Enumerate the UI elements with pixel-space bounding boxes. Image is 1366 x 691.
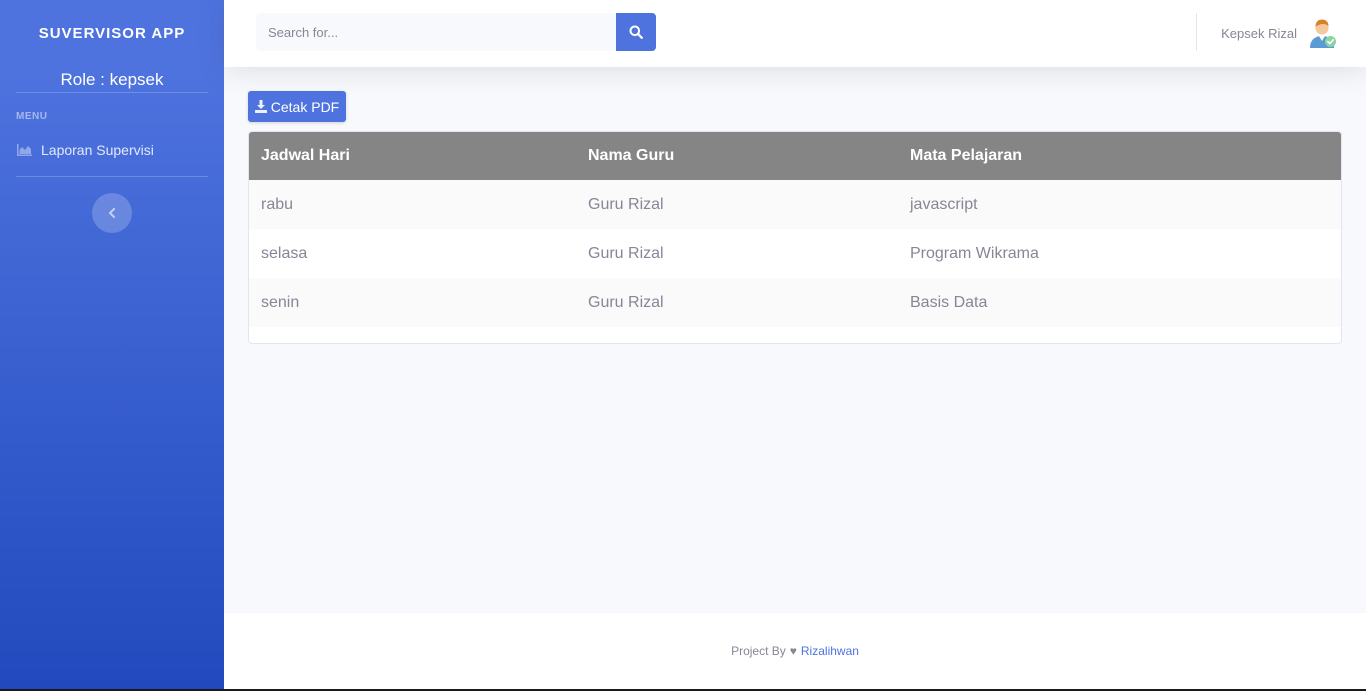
table-row: rabu Guru Rizal javascript — [249, 180, 1341, 229]
table-cell: selasa — [261, 244, 308, 262]
supervision-table: Jadwal Hari Nama Guru Mata Pelajaran rab… — [249, 132, 1341, 327]
sidebar-item-laporan-supervisi[interactable]: Laporan Supervisi — [0, 122, 224, 176]
sidebar-item-label: Laporan Supervisi — [41, 142, 154, 158]
search-button[interactable] — [616, 13, 656, 51]
search-group — [256, 13, 656, 51]
column-header[interactable]: Mata Pelajaran — [898, 132, 1341, 180]
footer: Project By ♥ Rizalihwan — [224, 613, 1366, 689]
menu-heading: MENU — [16, 111, 48, 122]
cetak-pdf-button[interactable]: Cetak PDF — [248, 91, 346, 122]
search-icon — [629, 25, 643, 39]
user-name: Kepsek Rizal — [1221, 25, 1297, 41]
chart-area-icon — [17, 144, 32, 156]
table-cell: Guru Rizal — [588, 293, 664, 311]
cetak-pdf-label: Cetak PDF — [270, 98, 340, 115]
supervision-table-card: Jadwal Hari Nama Guru Mata Pelajaran rab… — [248, 131, 1342, 344]
table-cell: Program Wikrama — [910, 244, 1039, 262]
table-cell: Basis Data — [910, 293, 988, 311]
sidebar-toggle-button[interactable] — [92, 193, 132, 233]
table-cell: Guru Rizal — [588, 195, 664, 213]
table-cell: rabu — [261, 195, 294, 213]
user-avatar-icon — [1310, 19, 1336, 48]
table-header-row: Jadwal Hari Nama Guru Mata Pelajaran — [249, 132, 1341, 180]
column-header[interactable]: Jadwal Hari — [249, 132, 576, 180]
sidebar: SUVERVISOR APP Role : kepsek MENU Lapora… — [0, 0, 224, 689]
footer-author-link[interactable]: Rizalihwan — [801, 644, 859, 658]
role-label: Role : kepsek — [60, 70, 164, 89]
table-cell: javascript — [910, 195, 978, 213]
table-cell: Guru Rizal — [588, 244, 664, 262]
search-input[interactable] — [256, 13, 616, 51]
main-content: Cetak PDF Jadwal Hari Nama Guru Mata Pel… — [224, 67, 1366, 613]
chevron-left-icon — [109, 208, 115, 218]
table-row: senin Guru Rizal Basis Data — [249, 278, 1341, 327]
table-row: selasa Guru Rizal Program Wikrama — [249, 229, 1341, 278]
table-cell: senin — [261, 293, 300, 311]
brand-title[interactable]: SUVERVISOR APP — [0, 0, 224, 66]
footer-prefix: Project By — [731, 644, 786, 658]
user-menu[interactable]: Kepsek Rizal — [1221, 14, 1338, 52]
topbar: Kepsek Rizal — [224, 0, 1366, 67]
download-icon — [254, 100, 267, 113]
column-header[interactable]: Nama Guru — [576, 132, 898, 180]
topbar-divider — [1196, 13, 1197, 51]
heart-icon: ♥ — [789, 644, 797, 658]
sidebar-divider — [16, 176, 208, 177]
